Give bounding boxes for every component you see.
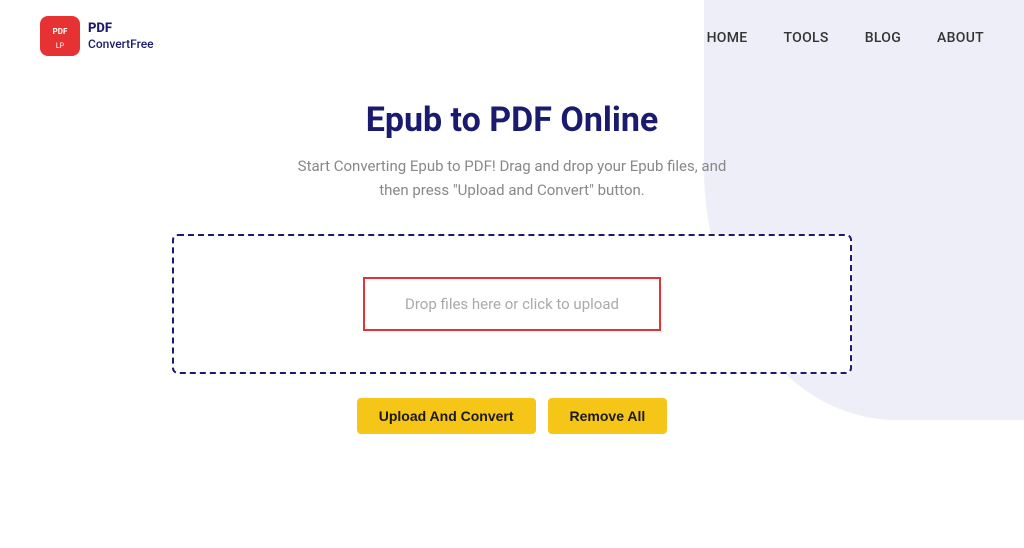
logo-icon: PDF LP: [40, 16, 80, 56]
page-title: Epub to PDF Online: [366, 100, 659, 140]
page-subtitle: Start Converting Epub to PDF! Drag and d…: [282, 154, 742, 202]
logo-pdf-label: PDF: [88, 21, 154, 37]
nav-link-blog[interactable]: BLOG: [865, 30, 901, 46]
drop-zone-wrapper[interactable]: Drop files here or click to upload: [172, 234, 852, 374]
drop-zone-text: Drop files here or click to upload: [405, 295, 619, 313]
nav-item-about[interactable]: ABOUT: [937, 27, 984, 46]
upload-convert-button[interactable]: Upload And Convert: [357, 398, 536, 434]
nav-link-about[interactable]: ABOUT: [937, 30, 984, 46]
nav-link-home[interactable]: HOME: [707, 30, 748, 46]
main-content: Epub to PDF Online Start Converting Epub…: [0, 72, 1024, 434]
nav-item-tools[interactable]: TOOLS: [784, 27, 829, 46]
svg-text:LP: LP: [56, 42, 65, 50]
svg-text:PDF: PDF: [53, 27, 68, 36]
nav-link-tools[interactable]: TOOLS: [784, 30, 829, 46]
logo-convert-label: ConvertFree: [88, 37, 154, 51]
logo: PDF LP PDF ConvertFree: [40, 16, 154, 56]
remove-all-button[interactable]: Remove All: [548, 398, 668, 434]
logo-text: PDF ConvertFree: [88, 21, 154, 51]
buttons-row: Upload And Convert Remove All: [357, 398, 668, 434]
drop-zone-inner[interactable]: Drop files here or click to upload: [363, 277, 661, 331]
navbar: PDF LP PDF ConvertFree HOME TOOLS BLOG A…: [0, 0, 1024, 72]
nav-item-blog[interactable]: BLOG: [865, 27, 901, 46]
nav-links: HOME TOOLS BLOG ABOUT: [707, 27, 984, 46]
nav-item-home[interactable]: HOME: [707, 27, 748, 46]
